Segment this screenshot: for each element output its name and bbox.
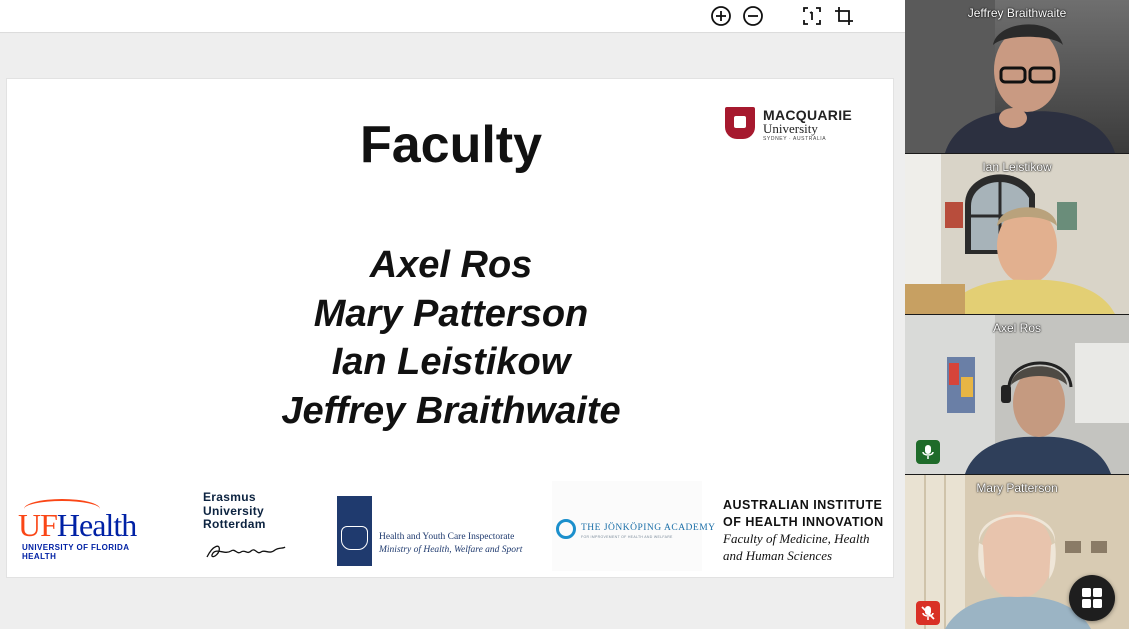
faculty-name: Mary Patterson [313,292,589,335]
presentation-stage: Faculty Axel Ros Mary Patterson Ian Leis… [0,34,905,629]
aihi-faculty-line: and Human Sciences [723,547,833,563]
uf-wordmark-health: Health [56,507,137,543]
inspectorate-ministry: Ministry of Health, Welfare and Sport [379,545,523,555]
zoom-out-button[interactable] [740,4,766,28]
microphone-icon [922,445,934,459]
crop-icon [835,7,853,25]
aihi-faculty-line: Faculty of Medicine, Health [723,531,870,546]
faculty-name: Jeffrey Braithwaite [281,389,621,432]
jonkoping-tagline: FOR IMPROVEMENT OF HEALTH AND WELFARE [581,535,673,539]
jonkoping-name: THE JÖNKÖPING ACADEMY [581,523,716,533]
crest-icon [341,526,368,550]
aihi-line: AUSTRALIAN INSTITUTE [723,498,883,512]
participant-name: Axel Ros [992,321,1042,335]
erasmus-signature-icon [206,545,286,558]
participant-tile[interactable]: Axel Ros [905,315,1129,474]
participant-video [905,0,1129,153]
faculty-name: Axel Ros [369,244,533,286]
macquarie-university: University [763,121,818,136]
erasmus-line: Rotterdam [203,517,266,531]
meeting-window: Faculty Axel Ros Mary Patterson Ian Leis… [0,0,1129,629]
microphone-muted-icon [921,606,935,620]
fit-to-page-button[interactable] [799,4,825,28]
aihi-line: OF HEALTH INNOVATION [723,515,884,529]
faculty-name: Ian Leistikow [331,341,571,383]
erasmus-line: University [203,503,265,518]
shared-slide: Faculty Axel Ros Mary Patterson Ian Leis… [6,78,894,578]
presentation-toolbar [0,0,905,33]
uf-wordmark-u: UF [18,507,58,543]
participant-name: Jeffrey Braithwaite [967,6,1067,20]
erasmus-line: Erasmus [203,490,256,504]
fit-page-icon [803,7,821,25]
jonkoping-logo: THE JÖNKÖPING ACADEMY FOR IMPROVEMENT OF… [552,481,715,571]
crop-button[interactable] [831,4,857,28]
macquarie-location: SYDNEY · AUSTRALIA [763,136,827,142]
ufhealth-logo: UFHealth UNIVERSITY OF FLORIDA HEALTH [18,499,163,561]
grid-icon [1082,588,1102,608]
participant-tile[interactable]: Jeffrey Braithwaite [905,0,1129,153]
jonkoping-ring-icon [556,519,576,539]
aihi-logo: AUSTRALIAN INSTITUTE OF HEALTH INNOVATIO… [723,497,893,572]
zoom-in-button[interactable] [708,4,734,28]
macquarie-logo: MACQUARIE University SYDNEY · AUSTRALIA [725,105,855,145]
participant-tile[interactable]: Ian Leistikow [905,154,1129,314]
macquarie-shield-icon [725,107,755,139]
mic-muted-badge [916,601,940,625]
inspectorate-banner [337,496,372,566]
faculty-names: Axel Ros Mary Patterson Ian Leistikow Je… [7,241,895,435]
participant-name: Mary Patterson [976,481,1058,495]
erasmus-logo: Erasmus University Rotterdam [203,490,303,571]
participant-panel: Jeffrey Braithwaite Ian Leistikow Axel R… [905,0,1129,629]
uf-subtitle: UNIVERSITY OF FLORIDA HEALTH [22,543,130,561]
layout-grid-button[interactable] [1069,575,1115,621]
inspectorate-name: Health and Youth Care Inspectorate [379,532,515,542]
uf-wordmark: UFHealth [18,507,137,544]
participant-name: Ian Leistikow [982,160,1052,174]
zoom-out-icon [743,6,763,26]
mic-active-badge [916,440,940,464]
inspectorate-logo: Health and Youth Care Inspectorate Minis… [337,496,547,566]
zoom-in-icon [711,6,731,26]
participant-video [905,154,1129,314]
